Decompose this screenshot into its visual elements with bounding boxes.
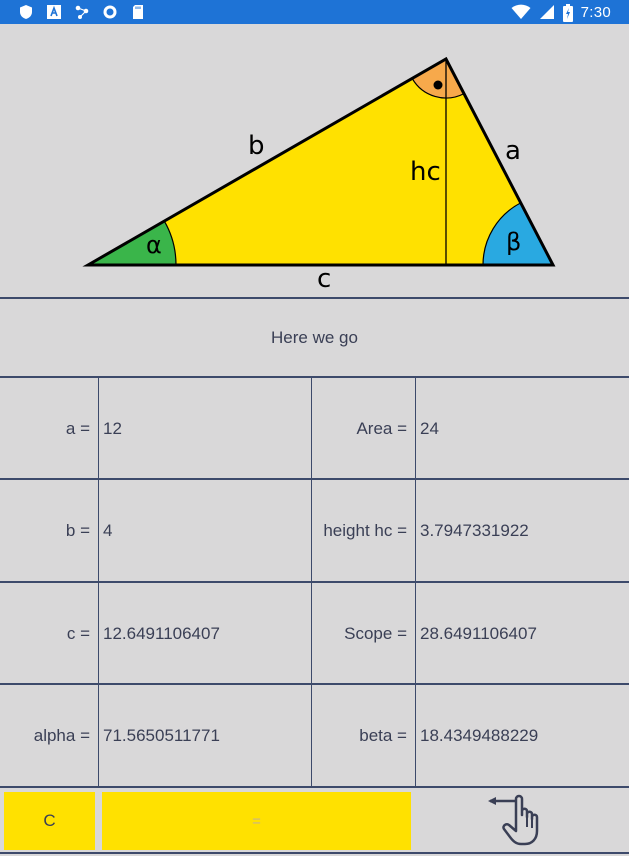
divider (0, 581, 629, 583)
label-height-hc: height hc = (323, 521, 407, 540)
side-a-label: a (505, 136, 521, 166)
divider (0, 852, 629, 854)
shield-icon (18, 4, 34, 20)
label-c: c = (66, 624, 90, 643)
triangle-diagram: b a c hc α β (0, 24, 629, 298)
label-a: a = (65, 419, 90, 438)
battery-charging-icon (562, 4, 573, 22)
label-area: Area = (356, 419, 407, 438)
status-bar-left-icons (18, 3, 146, 21)
status-time: 7:30 (580, 3, 611, 21)
side-c-label: c (317, 264, 331, 294)
side-b-label: b (248, 131, 265, 161)
height-label: hc (410, 157, 441, 187)
value-area: 24 (420, 419, 439, 438)
back-button[interactable] (416, 790, 626, 852)
label-beta: beta = (359, 726, 407, 745)
wifi-icon (511, 4, 531, 20)
share-dots-icon (74, 4, 90, 20)
signal-icon (539, 4, 555, 20)
value-b: 4 (103, 521, 113, 540)
circle-icon (102, 4, 118, 20)
label-b: b = (65, 521, 90, 540)
beta-label: β (506, 228, 521, 256)
clear-button[interactable]: C (4, 792, 95, 850)
swipe-back-hand-icon (486, 791, 556, 852)
value-alpha: 71.5650511771 (103, 726, 220, 745)
sd-card-icon (130, 4, 146, 20)
status-message: Here we go (271, 328, 358, 347)
alpha-label: α (146, 231, 162, 259)
right-angle-dot (433, 80, 443, 90)
font-a-icon (46, 4, 62, 20)
label-scope: Scope = (344, 624, 407, 643)
label-alpha: alpha = (33, 726, 90, 745)
calculate-button[interactable]: = (102, 792, 411, 850)
value-beta: 18.4349488229 (420, 726, 539, 745)
divider (0, 297, 629, 299)
status-bar: 7:30 (0, 0, 629, 24)
value-height-hc: 3.7947331922 (420, 521, 529, 540)
value-scope: 28.6491106407 (420, 624, 537, 643)
value-c: 12.6491106407 (103, 624, 220, 643)
divider (0, 786, 629, 788)
status-bar-right-icons: 7:30 (511, 2, 611, 22)
value-a: 12 (103, 419, 122, 438)
divider (0, 376, 629, 378)
